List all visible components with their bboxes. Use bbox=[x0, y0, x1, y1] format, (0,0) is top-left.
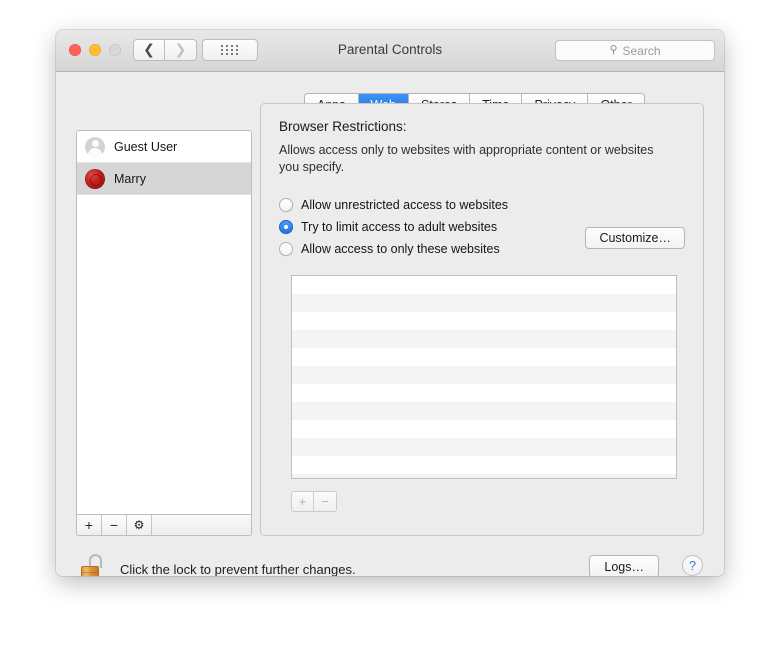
table-row[interactable] bbox=[292, 402, 676, 420]
table-row[interactable] bbox=[292, 366, 676, 384]
browser-restrictions-panel: Browser Restrictions: Allows access only… bbox=[260, 103, 704, 536]
radio-limit-adult[interactable]: Try to limit access to adult websites bbox=[279, 220, 497, 234]
search-icon: ⚲ bbox=[609, 44, 618, 56]
remove-user-button[interactable]: − bbox=[102, 515, 127, 535]
website-list-footer: + − bbox=[291, 491, 337, 512]
customize-button[interactable]: Customize… bbox=[585, 227, 685, 249]
table-row[interactable] bbox=[292, 348, 676, 366]
parental-controls-window: ❮ ❯ Parental Controls ⚲ Search Apps Web … bbox=[56, 30, 724, 576]
help-button[interactable]: ? bbox=[682, 555, 703, 576]
window-body: Apps Web Stores Time Privacy Other Guest… bbox=[56, 72, 724, 576]
add-user-button[interactable]: + bbox=[77, 515, 102, 535]
radio-button-icon[interactable] bbox=[279, 198, 293, 212]
unlocked-padlock-icon[interactable] bbox=[80, 554, 106, 576]
radio-button-icon-selected[interactable] bbox=[279, 220, 293, 234]
table-row[interactable] bbox=[292, 312, 676, 330]
table-row[interactable] bbox=[292, 456, 676, 474]
website-list[interactable] bbox=[291, 275, 677, 479]
table-row[interactable] bbox=[292, 384, 676, 402]
lock-instruction-text: Click the lock to prevent further change… bbox=[120, 561, 356, 577]
table-row[interactable] bbox=[292, 438, 676, 456]
radio-allow-unrestricted[interactable]: Allow unrestricted access to websites bbox=[279, 198, 508, 212]
radio-label: Try to limit access to adult websites bbox=[301, 220, 498, 234]
lock-row[interactable]: Click the lock to prevent further change… bbox=[80, 554, 356, 576]
search-placeholder: Search bbox=[622, 43, 661, 58]
user-settings-button[interactable]: ⚙ bbox=[127, 515, 152, 535]
list-item[interactable]: Marry bbox=[77, 163, 251, 195]
table-row[interactable] bbox=[292, 276, 676, 294]
table-row[interactable] bbox=[292, 474, 676, 478]
table-row[interactable] bbox=[292, 330, 676, 348]
window-titlebar: ❮ ❯ Parental Controls ⚲ Search bbox=[56, 30, 724, 72]
gear-icon: ⚙ bbox=[133, 518, 145, 532]
padlock-body bbox=[81, 566, 99, 576]
table-row[interactable] bbox=[292, 294, 676, 312]
user-name: Marry bbox=[114, 171, 146, 186]
radio-label: Allow unrestricted access to websites bbox=[301, 198, 509, 212]
logs-button[interactable]: Logs… bbox=[589, 555, 659, 576]
list-item[interactable]: Guest User bbox=[77, 131, 251, 163]
user-list-footer: + − ⚙ bbox=[76, 515, 252, 536]
table-row[interactable] bbox=[292, 420, 676, 438]
user-avatar-icon bbox=[85, 168, 105, 189]
radio-label: Allow access to only these websites bbox=[301, 242, 500, 256]
user-list[interactable]: Guest User Marry bbox=[76, 130, 252, 515]
panel-description: Allows access only to websites with appr… bbox=[279, 143, 654, 174]
guest-avatar-icon bbox=[85, 136, 105, 157]
panel-heading: Browser Restrictions: bbox=[279, 119, 407, 134]
search-input[interactable]: ⚲ Search bbox=[555, 40, 715, 61]
radio-allow-only-these[interactable]: Allow access to only these websites bbox=[279, 242, 500, 256]
user-name: Guest User bbox=[114, 139, 178, 154]
remove-website-button[interactable]: − bbox=[314, 492, 336, 511]
add-website-button[interactable]: + bbox=[292, 492, 314, 511]
footer-filler bbox=[152, 515, 251, 535]
radio-button-icon[interactable] bbox=[279, 242, 293, 256]
